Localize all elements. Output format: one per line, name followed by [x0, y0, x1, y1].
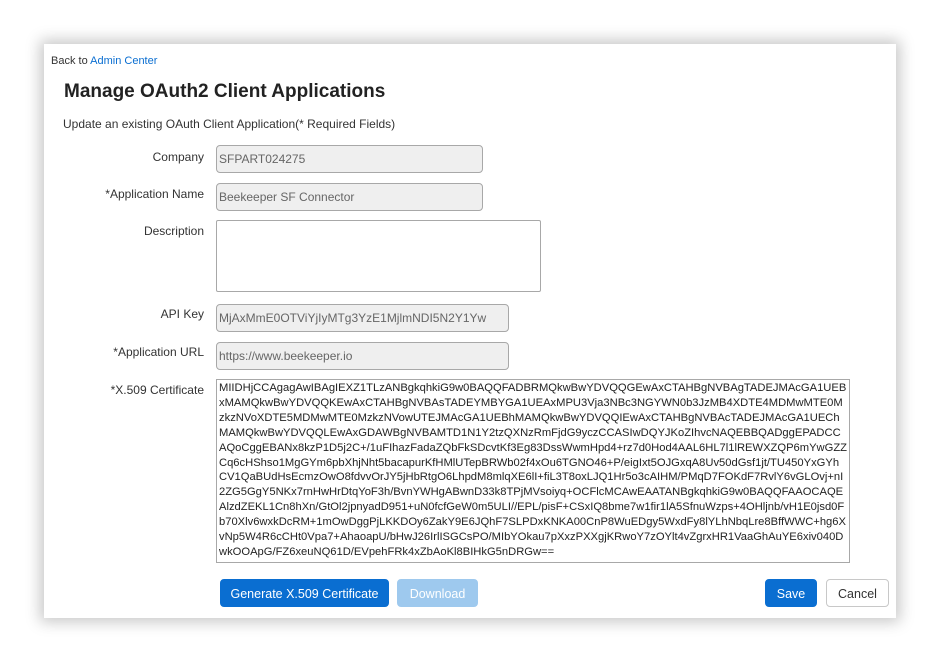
application-name-field[interactable]: Beekeeper SF Connector [216, 183, 483, 211]
cancel-button[interactable]: Cancel [826, 579, 889, 607]
generate-certificate-button[interactable]: Generate X.509 Certificate [220, 579, 389, 607]
api-key-field[interactable]: MjAxMmE0OTViYjIyMTg3YzE1MjlmNDI5N2Y1Yw [216, 304, 509, 332]
description-textarea[interactable] [216, 220, 541, 292]
application-name-label: *Application Name [105, 187, 204, 201]
download-button[interactable]: Download [397, 579, 478, 607]
breadcrumb: Back to Admin Center [51, 55, 157, 67]
save-button[interactable]: Save [765, 579, 817, 607]
company-field[interactable]: SFPART024275 [216, 145, 483, 173]
admin-center-link[interactable]: Admin Center [90, 55, 157, 67]
certificate-label: *X.509 Certificate [110, 383, 204, 397]
back-prefix: Back to [51, 55, 91, 67]
api-key-label: API Key [160, 307, 204, 321]
page-title: Manage OAuth2 Client Applications [64, 81, 386, 102]
oauth-client-card: Back to Admin Center Manage OAuth2 Clien… [44, 44, 896, 618]
certificate-textarea[interactable]: MIIDHjCCAgagAwIBAgIEXZ1TLzANBgkqhkiG9w0B… [216, 379, 850, 563]
company-label: Company [152, 150, 204, 164]
page-subtitle: Update an existing OAuth Client Applicat… [63, 117, 396, 131]
description-label: Description [143, 224, 204, 238]
application-url-label: *Application URL [113, 345, 204, 359]
application-url-field[interactable]: https://www.beekeeper.io [216, 342, 509, 370]
